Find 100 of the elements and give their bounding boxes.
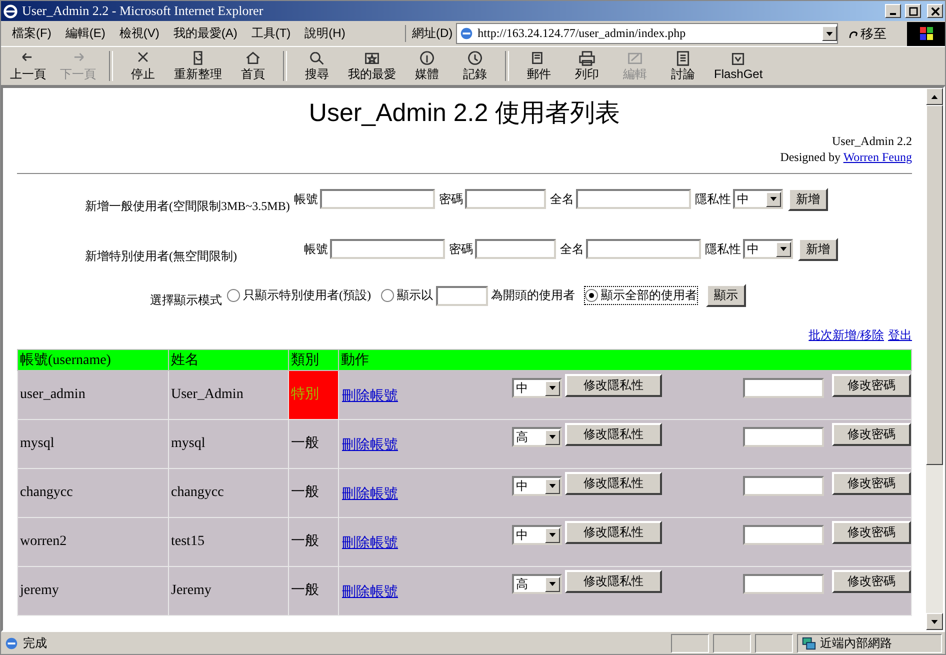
privacy-dropdown[interactable]: 中	[743, 239, 793, 259]
toolbar-button[interactable]: 討論	[659, 50, 707, 82]
dropdown-arrow-icon	[826, 32, 833, 36]
privacy-dropdown[interactable]: 中	[512, 378, 562, 398]
toolbar-button[interactable]: 郵件	[515, 50, 563, 82]
table-cell: 一般	[288, 566, 338, 616]
dropdown-arrow-icon	[549, 582, 556, 586]
toolbar-button[interactable]: 停止	[119, 50, 167, 82]
delete-link[interactable]: 刪除帳號	[342, 486, 512, 502]
table-cell: 一般	[288, 420, 338, 468]
status-pane	[671, 634, 709, 652]
table-cell: changycc	[168, 468, 288, 518]
password-field[interactable]	[743, 427, 824, 447]
password-field[interactable]	[743, 574, 824, 594]
password-field[interactable]	[743, 525, 824, 545]
privacy-button[interactable]: 修改隱私性	[565, 570, 662, 593]
input-field[interactable]	[320, 189, 435, 209]
menu-item[interactable]: 編輯(E)	[58, 25, 112, 42]
menu-item[interactable]: 我的最愛(A)	[166, 25, 244, 42]
maximize-icon	[908, 6, 918, 16]
table-cell: jeremy	[18, 566, 168, 616]
network-icon	[801, 636, 816, 650]
radio-button[interactable]	[227, 289, 240, 302]
radio-button[interactable]	[381, 289, 394, 302]
input-field[interactable]	[586, 239, 701, 259]
password-button[interactable]: 修改密碼	[832, 521, 911, 544]
toolbar-button[interactable]: 列印	[563, 50, 611, 82]
page-title: User_Admin 2.2 使用者列表	[308, 98, 622, 129]
close-icon	[930, 6, 940, 16]
privacy-dropdown[interactable]: 中	[732, 189, 783, 209]
delete-link[interactable]: 刪除帳號	[342, 438, 512, 454]
privacy-dropdown[interactable]: 高	[512, 574, 562, 594]
password-button[interactable]: 修改密碼	[832, 374, 911, 397]
privacy-dropdown[interactable]: 中	[512, 476, 562, 496]
toolbar-button[interactable]: 記錄	[451, 50, 499, 82]
maximize-button[interactable]	[905, 4, 921, 18]
menu-item[interactable]: 檔案(F)	[5, 25, 58, 42]
show-button[interactable]: 顯示	[706, 284, 746, 307]
address-field[interactable]: http://163.24.124.77/user_admin/index.php	[456, 23, 838, 44]
nav-link[interactable]: 登出	[888, 327, 912, 344]
privacy-button[interactable]: 修改隱私性	[565, 521, 662, 544]
privacy-button[interactable]: 修改隱私性	[565, 374, 662, 397]
table-cell: mysql	[18, 420, 168, 468]
page-icon	[458, 26, 474, 41]
radio-button[interactable]	[585, 289, 598, 302]
password-field[interactable]	[743, 378, 824, 398]
go-button[interactable]: 移至	[840, 24, 893, 42]
toolbar-button[interactable]: 上一頁	[3, 50, 53, 82]
menu-item[interactable]: 工具(T)	[244, 25, 298, 42]
delete-link[interactable]: 刪除帳號	[342, 388, 512, 404]
password-field[interactable]	[743, 476, 824, 496]
table-cell: user_admin	[18, 370, 168, 420]
privacy-button[interactable]: 修改隱私性	[565, 423, 662, 446]
toolbar-button[interactable]: 媒體	[403, 50, 451, 82]
dropdown-arrow-icon	[549, 435, 556, 439]
toolbar-button[interactable]: 首頁	[229, 50, 277, 82]
privacy-dropdown[interactable]: 高	[512, 427, 562, 447]
field-label: 帳號	[294, 190, 318, 208]
password-button[interactable]: 修改密碼	[832, 472, 911, 495]
table-cell: 一般	[288, 468, 338, 518]
nav-link[interactable]: 批次新增/移除	[808, 327, 884, 344]
add-button[interactable]: 新增	[798, 238, 838, 260]
toolbar-button[interactable]: 我的最愛	[341, 50, 403, 82]
table-cell: changycc	[18, 468, 168, 518]
clock-icon	[465, 50, 485, 66]
privacy-button[interactable]: 修改隱私性	[565, 472, 662, 495]
dropdown-arrow-icon	[549, 484, 556, 488]
field-label: 密碼	[449, 240, 473, 258]
delete-link[interactable]: 刪除帳號	[342, 536, 512, 552]
delete-link[interactable]: 刪除帳號	[342, 584, 512, 600]
input-field[interactable]	[576, 189, 691, 209]
password-button[interactable]: 修改密碼	[832, 570, 911, 593]
table-cell: worren2	[18, 518, 168, 566]
toolbar-button[interactable]: FlashGet	[707, 51, 770, 81]
input-field[interactable]	[330, 239, 445, 259]
menu-item[interactable]: 說明(H)	[298, 25, 352, 42]
privacy-dropdown[interactable]: 中	[512, 525, 562, 545]
input-field[interactable]	[436, 286, 488, 306]
radio-label: 顯示以	[397, 287, 433, 304]
status-text: 完成	[23, 634, 47, 652]
table-cell: Jeremy	[168, 566, 288, 616]
add-button[interactable]: 新增	[788, 188, 828, 210]
down-arrow-icon	[931, 620, 938, 624]
toolbar-button[interactable]: 搜尋	[293, 50, 341, 82]
input-field[interactable]	[464, 189, 546, 209]
menu-item[interactable]: 檢視(V)	[112, 25, 166, 42]
field-label: 隱私性	[694, 190, 731, 208]
password-button[interactable]: 修改密碼	[832, 423, 911, 446]
field-label: 隱私性	[705, 240, 741, 258]
minimize-button[interactable]	[885, 4, 901, 18]
column-header: 類別	[288, 350, 338, 370]
mode-label: 選擇顯示模式	[150, 292, 222, 309]
column-header: 帳號(username)	[18, 350, 168, 370]
dropdown-arrow-icon	[770, 197, 777, 201]
close-button[interactable]	[927, 4, 943, 18]
table-cell: test15	[168, 518, 288, 566]
toolbar-button[interactable]: 重新整理	[167, 50, 229, 82]
scrollbar[interactable]	[926, 88, 943, 630]
author-link[interactable]: Worren Feung	[843, 150, 912, 164]
input-field[interactable]	[475, 239, 556, 259]
